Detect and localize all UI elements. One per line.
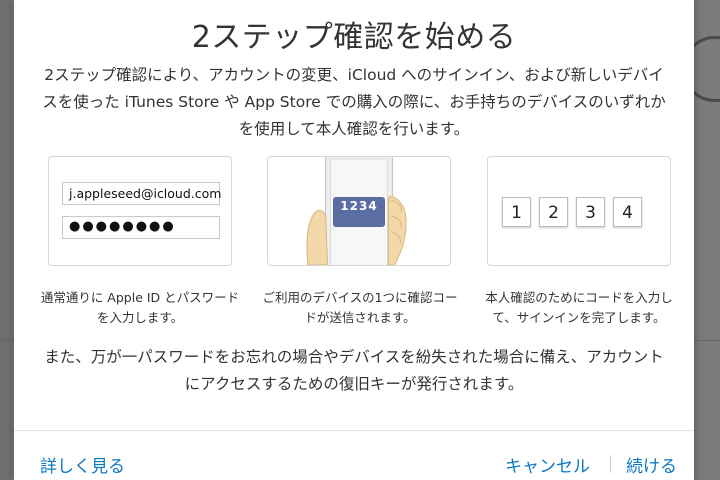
password-field-illustration: ●●●●●●●● bbox=[62, 216, 220, 239]
footer-button-separator bbox=[610, 455, 611, 473]
two-step-setup-dialog: 2ステップ確認を始める 2ステップ確認により、アカウントの変更、iCloud へ… bbox=[14, 0, 694, 480]
code-digit-box: 2 bbox=[539, 197, 568, 227]
step-2-caption: ご利用のデバイスの1つに確認コードが送信されます。 bbox=[262, 290, 458, 325]
recovery-key-note: また、万が一パスワードをお忘れの場合やデバイスを紛失された場合に備え、アカウント… bbox=[44, 348, 664, 393]
apple-id-field-illustration: j.appleseed@icloud.com bbox=[62, 182, 221, 205]
code-digit-boxes: 1 2 3 4 bbox=[502, 197, 642, 227]
learn-more-link[interactable]: 詳しく見る bbox=[40, 452, 125, 477]
background-left-strip bbox=[0, 0, 12, 480]
intro-text: 2ステップ確認により、アカウントの変更、iCloud へのサインイン、および新し… bbox=[42, 66, 666, 138]
verification-code-badge: 1234 bbox=[333, 197, 385, 227]
continue-button[interactable]: 続ける bbox=[626, 452, 677, 477]
step-3-caption: 本人確認のためにコードを入力して、サインインを完了します。 bbox=[485, 290, 673, 325]
code-digit-box: 1 bbox=[502, 197, 531, 227]
step-1-caption: 通常通りに Apple ID とパスワードを入力します。 bbox=[40, 290, 240, 325]
illustration-phone-code: 1234 bbox=[267, 156, 451, 266]
code-digit-box: 3 bbox=[576, 197, 605, 227]
code-digit-box: 4 bbox=[613, 197, 642, 227]
background-divider bbox=[694, 340, 720, 341]
cancel-button[interactable]: キャンセル bbox=[505, 452, 590, 477]
background-divider bbox=[0, 340, 14, 341]
illustration-login-fields: j.appleseed@icloud.com ●●●●●●●● bbox=[48, 156, 232, 266]
dialog-title: 2ステップ確認を始める bbox=[191, 20, 517, 55]
illustration-code-entry: 1 2 3 4 bbox=[487, 156, 671, 266]
footer-divider bbox=[14, 430, 694, 431]
